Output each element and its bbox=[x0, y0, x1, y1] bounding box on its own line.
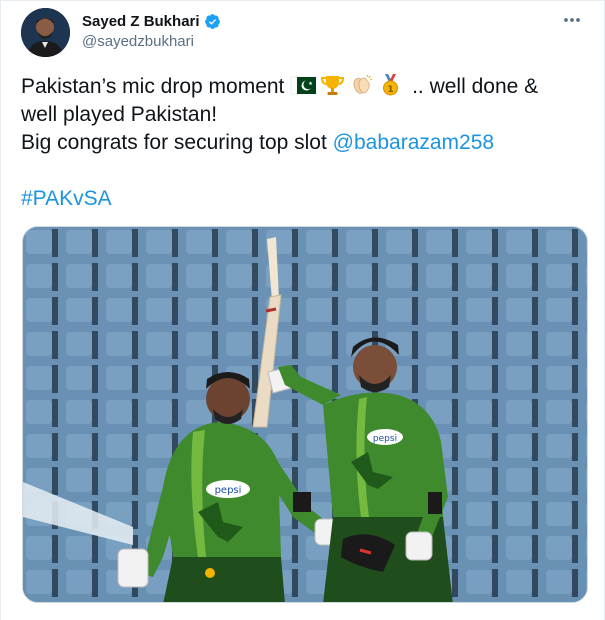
tweet-card: Sayed Z Bukhari @sayedzbukhari Pakistan’… bbox=[0, 0, 605, 620]
display-name[interactable]: Sayed Z Bukhari bbox=[82, 13, 200, 30]
pakistan-flag-icon bbox=[290, 73, 317, 97]
tweet-text: Pakistan’s mic drop moment 1 .. well don… bbox=[21, 73, 591, 213]
avatar[interactable] bbox=[21, 8, 70, 57]
verified-badge-icon bbox=[204, 13, 221, 30]
first-place-medal-icon: 1 bbox=[377, 73, 404, 97]
clapping-hands-icon bbox=[348, 73, 375, 97]
mention-link[interactable]: @babarazam258 bbox=[333, 131, 494, 154]
more-options-icon[interactable] bbox=[560, 11, 584, 29]
tweet-line-1: Pakistan’s mic drop moment 1 .. well don… bbox=[21, 73, 591, 101]
trophy-icon bbox=[319, 73, 346, 97]
svg-text:1: 1 bbox=[388, 85, 394, 95]
pepsi-logo-left: pepsi bbox=[215, 485, 242, 496]
tweet-media-photo[interactable]: pepsi pepsi bbox=[22, 226, 588, 603]
hashtag-link[interactable]: #PAKvSA bbox=[21, 187, 112, 210]
tweet-line-1-tail: .. well done & bbox=[406, 75, 539, 98]
tweet-line-2: well played Pakistan! bbox=[21, 103, 218, 126]
tweet-line-3-text: Big congrats for securing top slot bbox=[21, 131, 333, 154]
tweet-line-1-text: Pakistan’s mic drop moment bbox=[21, 75, 285, 98]
tweet-line-hashtag: #PAKvSA bbox=[21, 185, 591, 213]
cricket-celebration-photo: pepsi pepsi bbox=[23, 227, 587, 602]
pepsi-logo-right: pepsi bbox=[373, 434, 397, 444]
tweet-line-3: Big congrats for securing top slot @baba… bbox=[21, 129, 591, 157]
user-handle[interactable]: @sayedzbukhari bbox=[82, 33, 221, 50]
tweet-header: Sayed Z Bukhari @sayedzbukhari bbox=[82, 11, 221, 50]
